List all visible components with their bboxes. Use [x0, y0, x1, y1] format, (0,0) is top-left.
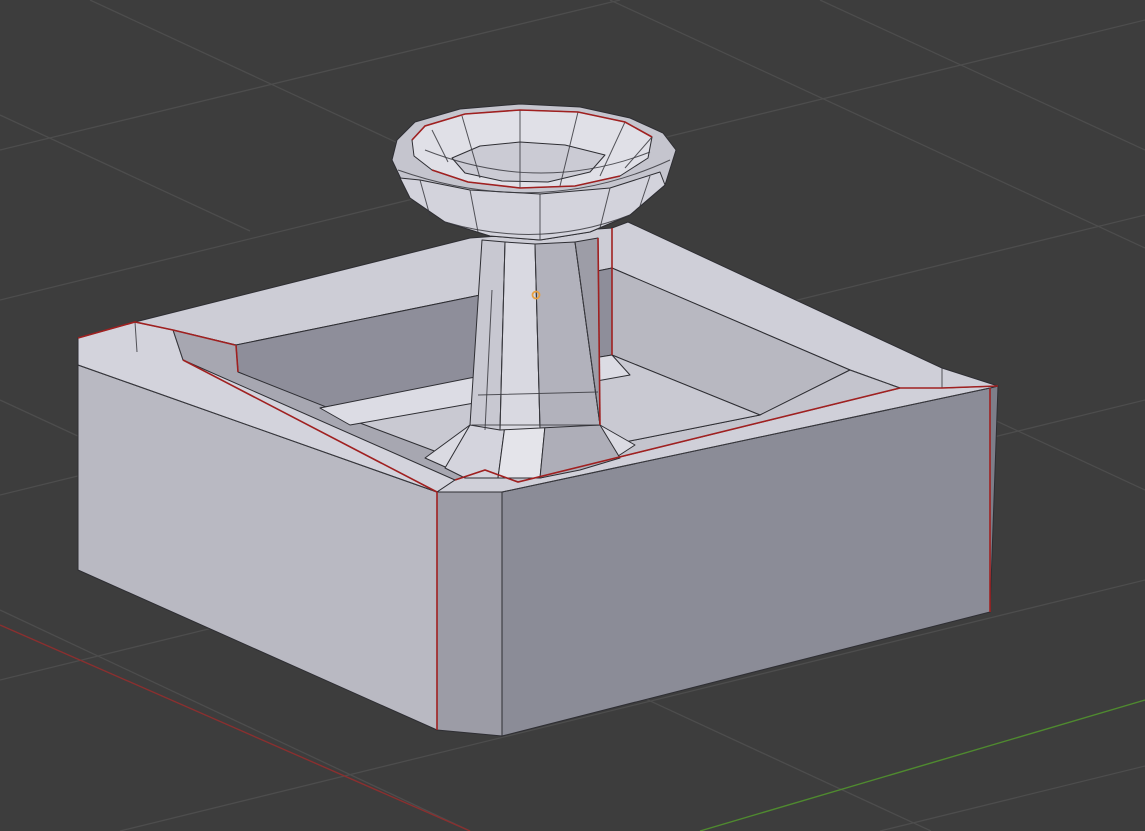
pedestal-column-front-left — [499, 241, 541, 431]
basin-corner-bevel — [436, 491, 503, 737]
pedestal-foot-mid — [497, 424, 546, 479]
scene-canvas[interactable] — [0, 0, 1145, 831]
3d-viewport[interactable] — [0, 0, 1145, 831]
